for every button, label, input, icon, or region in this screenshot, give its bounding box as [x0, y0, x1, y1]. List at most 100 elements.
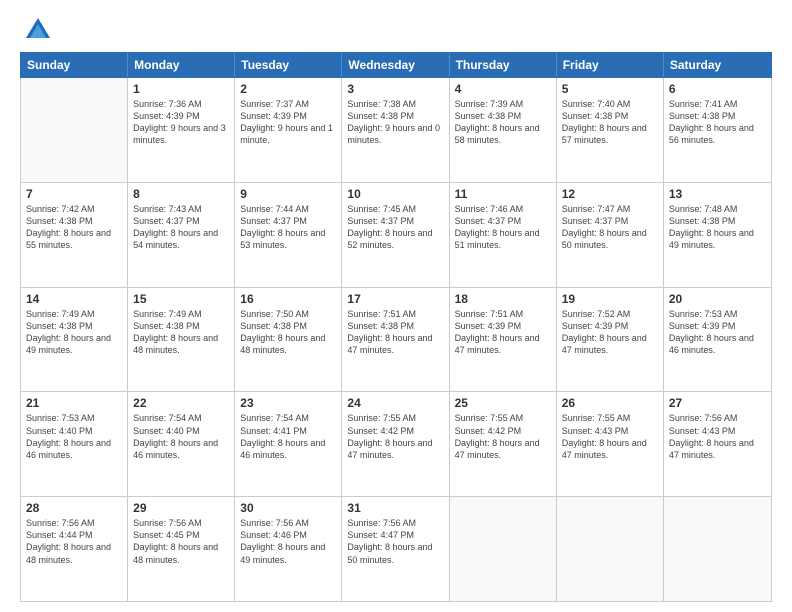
day-number: 29: [133, 501, 229, 515]
logo-icon: [24, 16, 52, 44]
week-row-3: 14 Sunrise: 7:49 AM Sunset: 4:38 PM Dayli…: [21, 288, 771, 393]
day-header-sunday: Sunday: [21, 53, 128, 77]
day-info: Sunrise: 7:42 AM Sunset: 4:38 PM Dayligh…: [26, 203, 122, 252]
day-info: Sunrise: 7:53 AM Sunset: 4:40 PM Dayligh…: [26, 412, 122, 461]
day-cell-9: 9 Sunrise: 7:44 AM Sunset: 4:37 PM Daylig…: [235, 183, 342, 287]
day-info: Sunrise: 7:36 AM Sunset: 4:39 PM Dayligh…: [133, 98, 229, 147]
day-cell-10: 10 Sunrise: 7:45 AM Sunset: 4:37 PM Dayli…: [342, 183, 449, 287]
day-number: 19: [562, 292, 658, 306]
day-cell-25: 25Sunrise: 7:55 AM Sunset: 4:42 PM Dayli…: [450, 392, 557, 496]
day-number: 17: [347, 292, 443, 306]
calendar-header: SundayMondayTuesdayWednesdayThursdayFrid…: [20, 52, 772, 78]
day-cell-16: 16 Sunrise: 7:50 AM Sunset: 4:38 PM Dayli…: [235, 288, 342, 392]
empty-cell: [450, 497, 557, 601]
day-cell-30: 30 Sunrise: 7:56 AM Sunset: 4:46 PM Dayli…: [235, 497, 342, 601]
day-info: Sunrise: 7:54 AM Sunset: 4:41 PM Dayligh…: [240, 412, 336, 461]
day-cell-17: 17 Sunrise: 7:51 AM Sunset: 4:38 PM Dayli…: [342, 288, 449, 392]
day-info: Sunrise: 7:51 AM Sunset: 4:39 PM Dayligh…: [455, 308, 551, 357]
day-number: 12: [562, 187, 658, 201]
day-info: Sunrise: 7:44 AM Sunset: 4:37 PM Dayligh…: [240, 203, 336, 252]
day-cell-27: 27 Sunrise: 7:56 AM Sunset: 4:43 PM Dayli…: [664, 392, 771, 496]
week-row-1: 1 Sunrise: 7:36 AM Sunset: 4:39 PM Daylig…: [21, 78, 771, 183]
day-number: 27: [669, 396, 766, 410]
day-number: 13: [669, 187, 766, 201]
day-cell-12: 12 Sunrise: 7:47 AM Sunset: 4:37 PM Dayli…: [557, 183, 664, 287]
day-number: 4: [455, 82, 551, 96]
week-row-2: 7Sunrise: 7:42 AM Sunset: 4:38 PM Daylig…: [21, 183, 771, 288]
day-header-wednesday: Wednesday: [342, 53, 449, 77]
day-cell-18: 18Sunrise: 7:51 AM Sunset: 4:39 PM Dayli…: [450, 288, 557, 392]
day-cell-14: 14 Sunrise: 7:49 AM Sunset: 4:38 PM Dayli…: [21, 288, 128, 392]
day-cell-3: 3Sunrise: 7:38 AM Sunset: 4:38 PM Daylig…: [342, 78, 449, 182]
day-number: 1: [133, 82, 229, 96]
day-cell-22: 22 Sunrise: 7:54 AM Sunset: 4:40 PM Dayli…: [128, 392, 235, 496]
day-cell-19: 19Sunrise: 7:52 AM Sunset: 4:39 PM Dayli…: [557, 288, 664, 392]
day-info: Sunrise: 7:51 AM Sunset: 4:38 PM Dayligh…: [347, 308, 443, 357]
day-header-saturday: Saturday: [664, 53, 771, 77]
day-info: Sunrise: 7:56 AM Sunset: 4:45 PM Dayligh…: [133, 517, 229, 566]
day-number: 10: [347, 187, 443, 201]
calendar: SundayMondayTuesdayWednesdayThursdayFrid…: [20, 52, 772, 602]
day-header-thursday: Thursday: [450, 53, 557, 77]
day-number: 24: [347, 396, 443, 410]
day-info: Sunrise: 7:56 AM Sunset: 4:44 PM Dayligh…: [26, 517, 122, 566]
day-info: Sunrise: 7:47 AM Sunset: 4:37 PM Dayligh…: [562, 203, 658, 252]
day-number: 11: [455, 187, 551, 201]
day-cell-26: 26 Sunrise: 7:55 AM Sunset: 4:43 PM Dayli…: [557, 392, 664, 496]
day-info: Sunrise: 7:39 AM Sunset: 4:38 PM Dayligh…: [455, 98, 551, 147]
day-info: Sunrise: 7:49 AM Sunset: 4:38 PM Dayligh…: [133, 308, 229, 357]
day-cell-20: 20 Sunrise: 7:53 AM Sunset: 4:39 PM Dayli…: [664, 288, 771, 392]
day-cell-21: 21 Sunrise: 7:53 AM Sunset: 4:40 PM Dayli…: [21, 392, 128, 496]
day-info: Sunrise: 7:50 AM Sunset: 4:38 PM Dayligh…: [240, 308, 336, 357]
day-number: 15: [133, 292, 229, 306]
day-cell-15: 15 Sunrise: 7:49 AM Sunset: 4:38 PM Dayli…: [128, 288, 235, 392]
day-info: Sunrise: 7:55 AM Sunset: 4:42 PM Dayligh…: [455, 412, 551, 461]
day-cell-7: 7Sunrise: 7:42 AM Sunset: 4:38 PM Daylig…: [21, 183, 128, 287]
day-info: Sunrise: 7:56 AM Sunset: 4:47 PM Dayligh…: [347, 517, 443, 566]
day-number: 20: [669, 292, 766, 306]
day-info: Sunrise: 7:38 AM Sunset: 4:38 PM Dayligh…: [347, 98, 443, 147]
empty-cell: [21, 78, 128, 182]
day-info: Sunrise: 7:55 AM Sunset: 4:42 PM Dayligh…: [347, 412, 443, 461]
day-number: 5: [562, 82, 658, 96]
logo: [20, 16, 52, 44]
day-cell-28: 28 Sunrise: 7:56 AM Sunset: 4:44 PM Dayli…: [21, 497, 128, 601]
day-number: 2: [240, 82, 336, 96]
week-row-5: 28 Sunrise: 7:56 AM Sunset: 4:44 PM Dayli…: [21, 497, 771, 601]
empty-cell: [557, 497, 664, 601]
day-number: 22: [133, 396, 229, 410]
day-info: Sunrise: 7:56 AM Sunset: 4:43 PM Dayligh…: [669, 412, 766, 461]
day-info: Sunrise: 7:56 AM Sunset: 4:46 PM Dayligh…: [240, 517, 336, 566]
day-number: 26: [562, 396, 658, 410]
day-number: 31: [347, 501, 443, 515]
empty-cell: [664, 497, 771, 601]
header: [20, 16, 772, 44]
day-info: Sunrise: 7:41 AM Sunset: 4:38 PM Dayligh…: [669, 98, 766, 147]
day-info: Sunrise: 7:43 AM Sunset: 4:37 PM Dayligh…: [133, 203, 229, 252]
day-number: 8: [133, 187, 229, 201]
day-cell-13: 13Sunrise: 7:48 AM Sunset: 4:38 PM Dayli…: [664, 183, 771, 287]
day-number: 16: [240, 292, 336, 306]
day-number: 30: [240, 501, 336, 515]
day-info: Sunrise: 7:37 AM Sunset: 4:39 PM Dayligh…: [240, 98, 336, 147]
day-info: Sunrise: 7:49 AM Sunset: 4:38 PM Dayligh…: [26, 308, 122, 357]
day-cell-8: 8 Sunrise: 7:43 AM Sunset: 4:37 PM Daylig…: [128, 183, 235, 287]
day-info: Sunrise: 7:54 AM Sunset: 4:40 PM Dayligh…: [133, 412, 229, 461]
day-cell-11: 11 Sunrise: 7:46 AM Sunset: 4:37 PM Dayli…: [450, 183, 557, 287]
day-cell-23: 23 Sunrise: 7:54 AM Sunset: 4:41 PM Dayli…: [235, 392, 342, 496]
day-number: 9: [240, 187, 336, 201]
day-info: Sunrise: 7:45 AM Sunset: 4:37 PM Dayligh…: [347, 203, 443, 252]
day-cell-29: 29 Sunrise: 7:56 AM Sunset: 4:45 PM Dayli…: [128, 497, 235, 601]
day-number: 23: [240, 396, 336, 410]
day-info: Sunrise: 7:46 AM Sunset: 4:37 PM Dayligh…: [455, 203, 551, 252]
day-cell-4: 4 Sunrise: 7:39 AM Sunset: 4:38 PM Daylig…: [450, 78, 557, 182]
day-header-tuesday: Tuesday: [235, 53, 342, 77]
day-number: 28: [26, 501, 122, 515]
day-number: 6: [669, 82, 766, 96]
day-info: Sunrise: 7:53 AM Sunset: 4:39 PM Dayligh…: [669, 308, 766, 357]
week-row-4: 21 Sunrise: 7:53 AM Sunset: 4:40 PM Dayli…: [21, 392, 771, 497]
day-number: 21: [26, 396, 122, 410]
day-info: Sunrise: 7:55 AM Sunset: 4:43 PM Dayligh…: [562, 412, 658, 461]
day-number: 14: [26, 292, 122, 306]
day-info: Sunrise: 7:40 AM Sunset: 4:38 PM Dayligh…: [562, 98, 658, 147]
